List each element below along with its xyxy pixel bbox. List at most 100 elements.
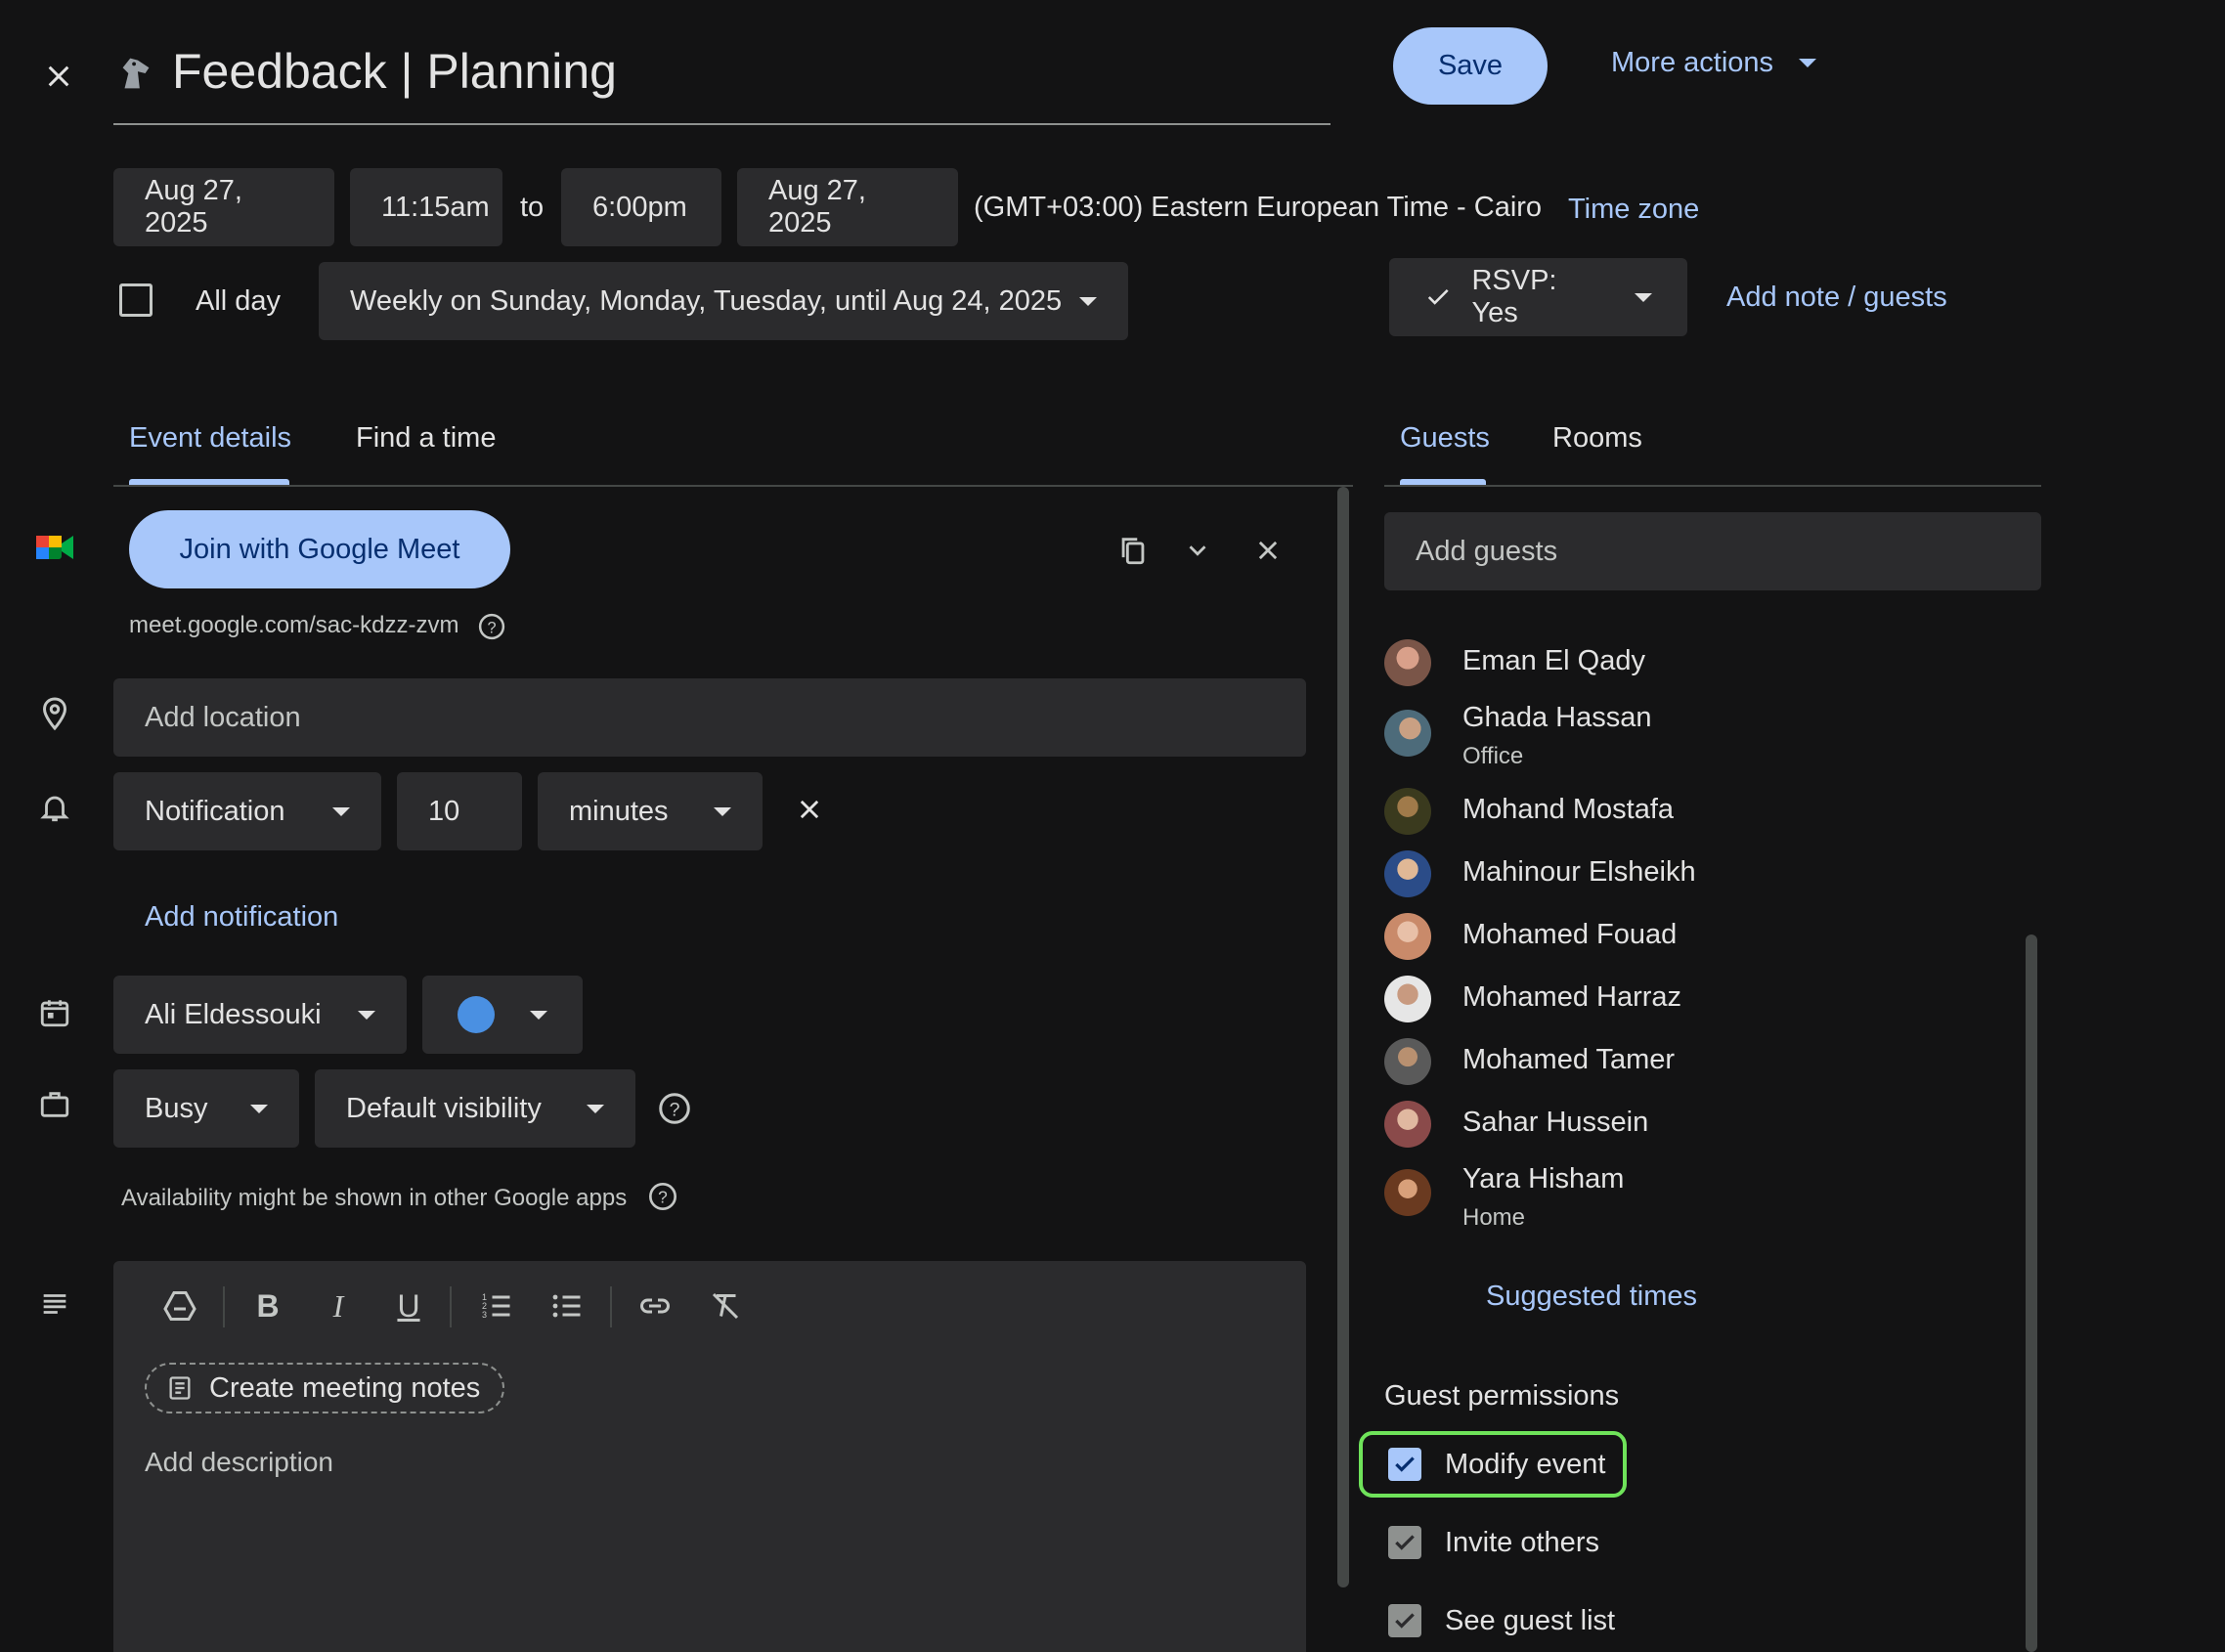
invite-others-checkbox[interactable]: [1388, 1526, 1421, 1559]
chevron-down-icon: [1079, 296, 1097, 306]
calendar-icon: [33, 991, 76, 1034]
bell-icon: [33, 786, 76, 829]
notification-unit-dropdown[interactable]: minutes: [538, 772, 763, 850]
avatar: [1384, 1169, 1431, 1216]
location-placeholder: Add location: [145, 701, 301, 733]
rsvp-dropdown[interactable]: RSVP: Yes: [1389, 258, 1687, 336]
end-date-value: Aug 27, 2025: [768, 175, 866, 239]
end-date-field[interactable]: Aug 27, 2025: [737, 168, 958, 246]
more-actions-button[interactable]: More actions: [1611, 43, 1817, 82]
notes-icon: [169, 1376, 191, 1400]
italic-icon[interactable]: I: [315, 1282, 362, 1329]
avatar: [1384, 913, 1431, 960]
toolbar-divider: [223, 1286, 225, 1327]
rsvp-value: RSVP: Yes: [1471, 265, 1557, 328]
chevron-down-icon[interactable]: [1175, 528, 1220, 573]
visibility-dropdown[interactable]: Default visibility: [315, 1069, 635, 1148]
help-icon[interactable]: ?: [645, 1179, 680, 1214]
guest-name[interactable]: Mohand Mostafa: [1462, 794, 1674, 826]
add-guests-input[interactable]: Add guests: [1384, 512, 2041, 590]
recurrence-dropdown[interactable]: Weekly on Sunday, Monday, Tuesday, until…: [319, 262, 1128, 340]
suggested-times-link[interactable]: Suggested times: [1486, 1281, 1697, 1313]
close-icon[interactable]: [35, 53, 82, 100]
location-pin-icon: [33, 692, 76, 735]
tab-rooms[interactable]: Rooms: [1552, 422, 1642, 455]
chevron-down-icon: [587, 1104, 604, 1113]
chevron-down-icon: [714, 806, 731, 816]
modify-event-checkbox[interactable]: [1388, 1448, 1421, 1481]
avatar: [1384, 1038, 1431, 1085]
modify-event-label: Modify event: [1445, 1449, 1606, 1480]
add-notification-link[interactable]: Add notification: [145, 901, 338, 934]
avatar: [1384, 639, 1431, 686]
meet-link[interactable]: meet.google.com/sac-kdzz-zvm: [129, 612, 458, 639]
chevron-down-icon: [1799, 58, 1817, 67]
invite-others-label: Invite others: [1445, 1527, 1599, 1558]
chevron-down-icon: [358, 1010, 375, 1020]
location-input[interactable]: Add location: [113, 678, 1306, 757]
svg-text:?: ?: [658, 1188, 668, 1207]
start-date-field[interactable]: Aug 27, 2025: [113, 168, 334, 246]
guest-name[interactable]: Sahar Hussein: [1462, 1107, 1648, 1139]
bold-icon[interactable]: B: [244, 1282, 291, 1329]
guest-name[interactable]: Ghada Hassan: [1462, 702, 1651, 734]
all-day-label: All day: [196, 285, 282, 317]
color-swatch: [458, 996, 495, 1033]
all-day-checkbox[interactable]: [119, 283, 153, 317]
avatar: [1384, 850, 1431, 897]
tab-event-details[interactable]: Event details: [129, 422, 291, 455]
svg-text:?: ?: [670, 1100, 680, 1121]
bulleted-list-icon[interactable]: [544, 1282, 590, 1329]
end-time-field[interactable]: 6:00pm: [561, 168, 721, 246]
guest-name[interactable]: Mahinour Elsheikh: [1462, 856, 1696, 889]
calendar-owner-dropdown[interactable]: Ali Eldessouki: [113, 976, 407, 1054]
event-title-input[interactable]: Feedback | Planning: [172, 43, 617, 100]
join-meet-button[interactable]: Join with Google Meet: [129, 510, 510, 588]
remove-meet-icon[interactable]: [1245, 528, 1290, 573]
remove-notification-icon[interactable]: [788, 788, 831, 831]
toolbar-divider: [610, 1286, 612, 1327]
visibility-value: Default visibility: [346, 1092, 542, 1124]
notification-unit-value: minutes: [569, 795, 669, 827]
guest-name[interactable]: Yara Hisham: [1462, 1163, 1624, 1196]
guest-location: Home: [1462, 1204, 1526, 1231]
create-meeting-notes-label: Create meeting notes: [209, 1371, 481, 1404]
event-color-dropdown[interactable]: [422, 976, 583, 1054]
see-guest-list-checkbox[interactable]: [1388, 1604, 1421, 1637]
tab-find-a-time[interactable]: Find a time: [356, 422, 496, 455]
clear-formatting-icon[interactable]: [702, 1282, 749, 1329]
add-note-guests-link[interactable]: Add note / guests: [1726, 282, 1947, 314]
right-scrollbar[interactable]: [2026, 935, 2037, 1652]
notification-amount-value: 10: [428, 795, 460, 827]
description-icon: [33, 1282, 76, 1326]
link-icon[interactable]: [632, 1282, 678, 1329]
guest-name[interactable]: Eman El Qady: [1462, 645, 1645, 677]
calendar-owner-value: Ali Eldessouki: [145, 998, 322, 1030]
left-scrollbar[interactable]: [1337, 487, 1349, 1587]
recurrence-value: Weekly on Sunday, Monday, Tuesday, until…: [350, 284, 1063, 317]
guest-name[interactable]: Mohamed Fouad: [1462, 919, 1677, 951]
tab-guests[interactable]: Guests: [1400, 422, 1490, 455]
guest-name[interactable]: Mohamed Tamer: [1462, 1044, 1675, 1076]
start-date-value: Aug 27, 2025: [145, 175, 242, 239]
see-guest-list-label: See guest list: [1445, 1605, 1616, 1636]
underline-icon[interactable]: U: [385, 1282, 432, 1329]
notification-amount-input[interactable]: 10: [397, 772, 522, 850]
numbered-list-icon[interactable]: 123: [473, 1282, 520, 1329]
busy-status-dropdown[interactable]: Busy: [113, 1069, 299, 1148]
chevron-down-icon: [250, 1104, 268, 1113]
start-time-field[interactable]: 11:15am: [350, 168, 502, 246]
chevron-down-icon: [332, 806, 350, 816]
save-button[interactable]: Save: [1393, 27, 1548, 105]
timezone-link[interactable]: Time zone: [1568, 194, 1699, 226]
guest-permissions-title: Guest permissions: [1384, 1380, 1620, 1412]
check-icon: [1427, 288, 1449, 305]
add-guests-placeholder: Add guests: [1416, 535, 1558, 567]
drive-icon[interactable]: [156, 1282, 203, 1329]
create-meeting-notes-chip[interactable]: Create meeting notes: [145, 1363, 504, 1413]
notification-type-dropdown[interactable]: Notification: [113, 772, 381, 850]
copy-icon[interactable]: [1111, 528, 1156, 573]
guest-name[interactable]: Mohamed Harraz: [1462, 981, 1681, 1014]
help-icon[interactable]: ?: [475, 610, 508, 643]
help-icon[interactable]: ?: [653, 1087, 696, 1130]
